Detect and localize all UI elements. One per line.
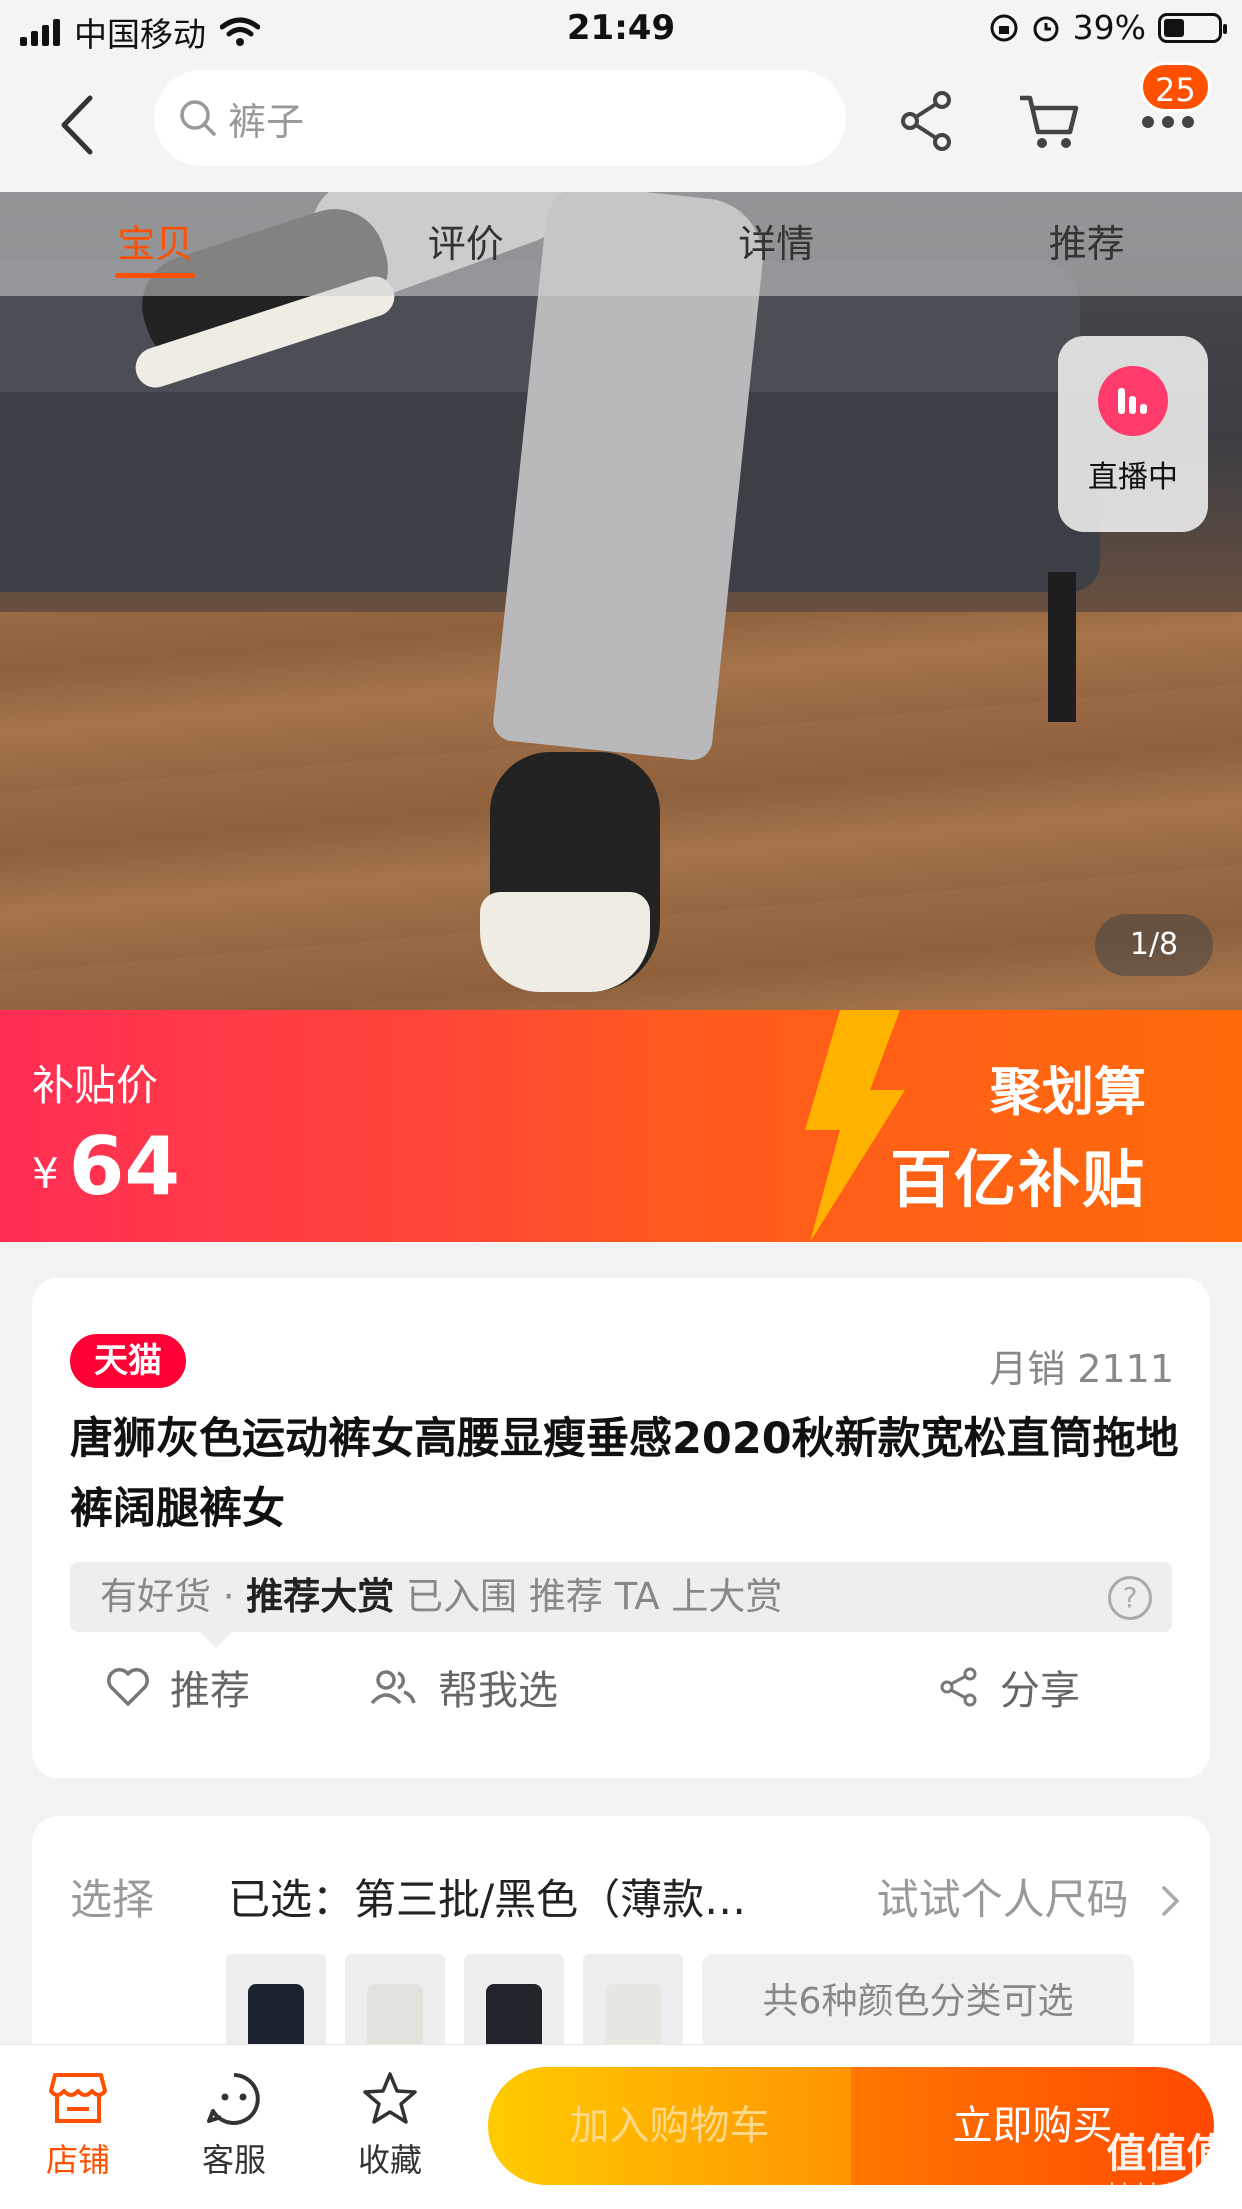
cart-icon[interactable] (1016, 90, 1080, 152)
product-title: 唐狮灰色运动裤女高腰显瘦垂感2020秋新款宽松直筒拖地裤阔腿裤女 (70, 1404, 1180, 1544)
share-icon[interactable] (898, 90, 956, 152)
tab-details[interactable]: 详情 (621, 192, 932, 296)
currency-symbol: ¥ (32, 1149, 59, 1198)
live-label: 直播中 (1088, 460, 1178, 495)
color-count-note[interactable]: 共6种颜色分类可选 (702, 1954, 1134, 2050)
heart-icon (106, 1667, 150, 1707)
store-icon (49, 2071, 107, 2125)
bottom-action-bar: 店铺 客服 收藏 加入购物车 立即购买 值值值 zhizhizhi.com (0, 2044, 1242, 2209)
recommend-button[interactable]: 推荐 (106, 1658, 250, 1716)
product-image-gallery[interactable]: 宝贝 评价 详情 推荐 直播中 1/8 (0, 192, 1242, 1010)
selection-label: 选择 (70, 1866, 154, 1927)
product-actions: 推荐 帮我选 分享 (32, 1658, 1210, 1748)
add-to-cart-button[interactable]: 加入购物车 (488, 2067, 851, 2185)
status-bar: 中国移动 21:49 39% (0, 0, 1242, 62)
share-button[interactable]: 分享 (938, 1658, 1080, 1716)
juhuasuan-logo: 聚划算 百亿补贴 (890, 1050, 1146, 1219)
product-info-card: 天猫 月销 2111 唐狮灰色运动裤女高腰显瘦垂感2020秋新款宽松直筒拖地裤阔… (32, 1278, 1210, 1778)
people-icon (368, 1667, 418, 1707)
watermark: 值值值 zhizhizhi.com (1099, 2121, 1234, 2203)
alarm-icon (1031, 13, 1061, 43)
help-icon[interactable]: ? (1108, 1576, 1152, 1620)
monthly-sales: 月销 2111 (989, 1338, 1174, 1393)
rotation-lock-icon (989, 13, 1019, 43)
more-icon[interactable] (1140, 112, 1196, 132)
gallery-counter: 1/8 (1095, 914, 1213, 976)
customer-service-button[interactable]: 客服 (174, 2071, 294, 2181)
tooltip-arrow (200, 1632, 232, 1648)
shop-button[interactable]: 店铺 (18, 2071, 138, 2181)
battery-percent: 39% (1073, 8, 1146, 47)
help-me-choose-button[interactable]: 帮我选 (368, 1658, 558, 1716)
selected-sku: 已选：第三批/黑色（薄款… (228, 1866, 746, 1927)
tab-baobei[interactable]: 宝贝 (0, 192, 311, 296)
price-label: 补贴价 (32, 1052, 158, 1113)
star-icon (361, 2071, 419, 2125)
section-tabs: 宝贝 评价 详情 推荐 (0, 192, 1242, 296)
price-amount: 64 (69, 1120, 180, 1213)
share-icon (938, 1666, 980, 1708)
tab-reviews[interactable]: 评价 (311, 192, 622, 296)
battery-icon (1158, 13, 1222, 43)
recommend-award-bar[interactable]: 有好货 · 推荐大赏 已入围 推荐 TA 上大赏 ? (70, 1562, 1172, 1632)
live-icon (1098, 366, 1168, 436)
top-navigation: 裤子 25 (0, 62, 1242, 192)
search-bar[interactable]: 裤子 (154, 70, 846, 166)
service-face-icon (205, 2071, 263, 2125)
price-banner: 补贴价 ¥64 聚划算 百亿补贴 (0, 1010, 1242, 1242)
tab-recommend[interactable]: 推荐 (932, 192, 1242, 296)
chevron-right-icon (1160, 1884, 1182, 1918)
live-stream-button[interactable]: 直播中 (1058, 336, 1208, 532)
tmall-badge: 天猫 (70, 1334, 186, 1388)
cart-count-badge: 25 (1140, 62, 1211, 112)
size-fit-link[interactable]: 试试个人尺码 (877, 1866, 1182, 1927)
search-input[interactable]: 裤子 (228, 91, 304, 146)
search-icon (178, 98, 218, 138)
favorite-button[interactable]: 收藏 (330, 2071, 450, 2181)
price-value: ¥64 (32, 1120, 180, 1213)
back-icon[interactable] (50, 90, 110, 160)
